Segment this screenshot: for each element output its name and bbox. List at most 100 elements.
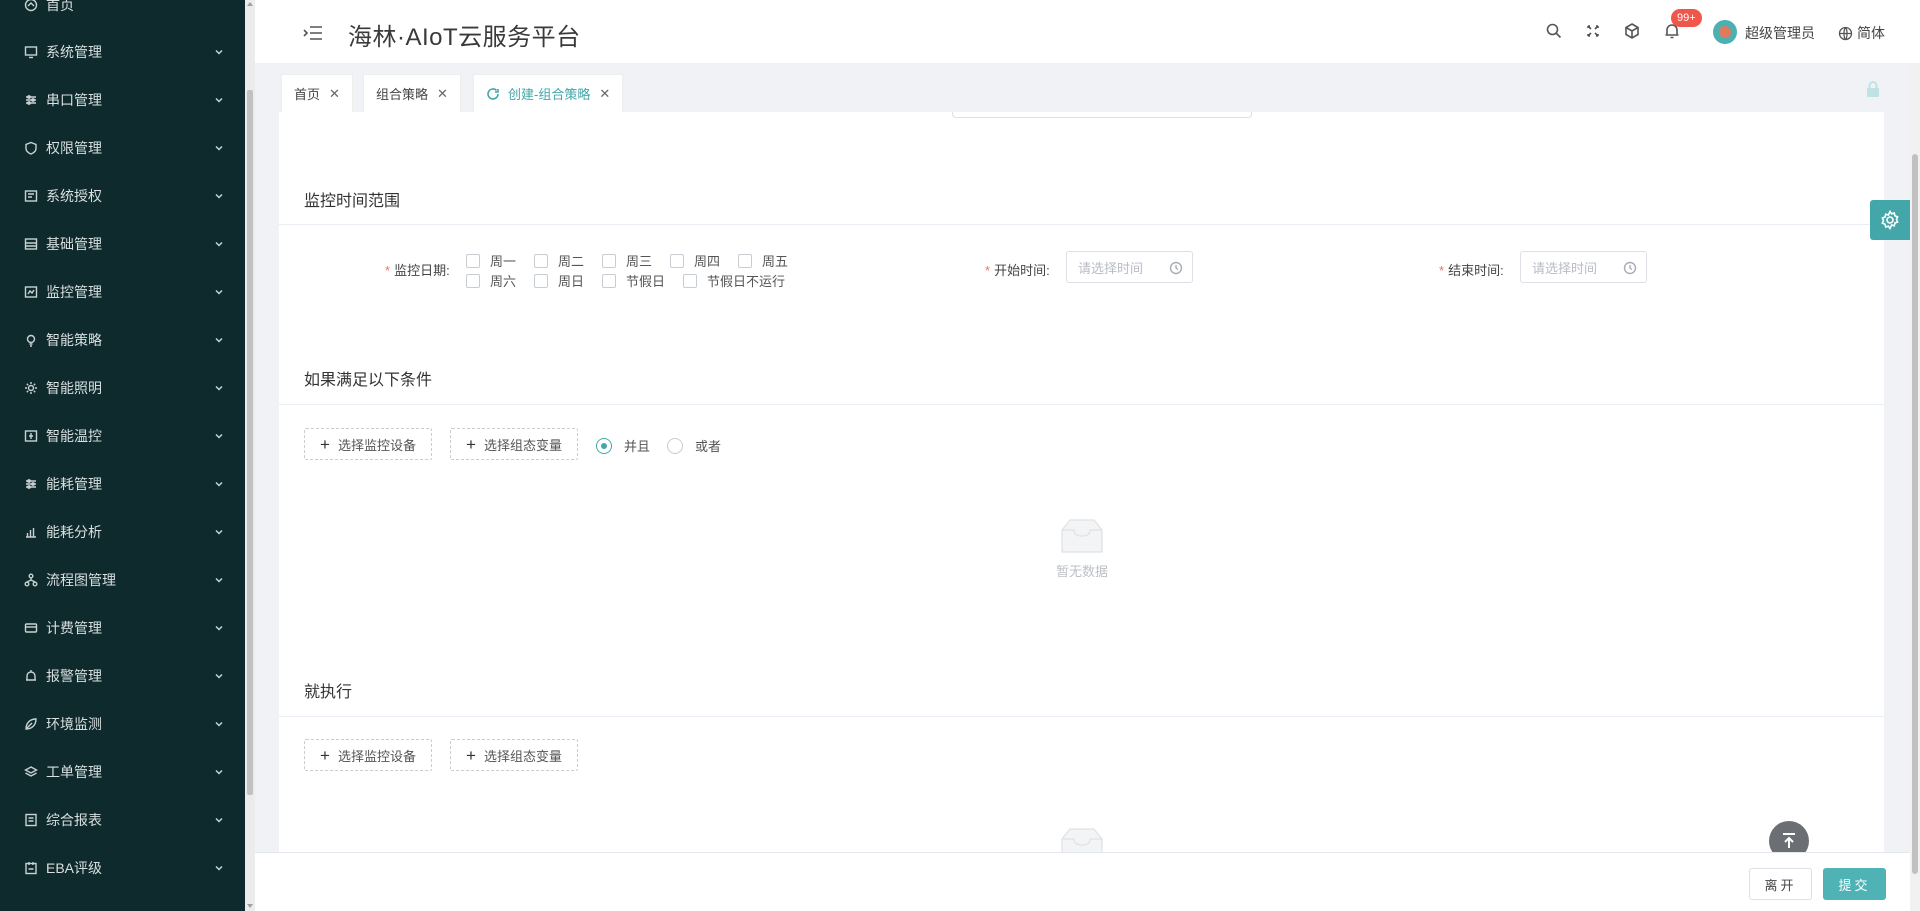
lock-icon[interactable] (1865, 80, 1881, 98)
sidebar-item-label: 权限管理 (46, 140, 102, 156)
checkbox-fri[interactable]: 周五 (738, 251, 788, 270)
select-variable-button-execute[interactable]: + 选择组态变量 (450, 739, 578, 771)
empty-state (1042, 825, 1122, 852)
plus-icon: + (466, 434, 476, 454)
sidebar-item-monitor[interactable]: 监控管理 (0, 268, 245, 316)
end-time-label: * 结束时间: (1439, 263, 1504, 278)
checkbox-sat[interactable]: 周六 (466, 271, 516, 290)
leave-button[interactable]: 离开 (1749, 868, 1812, 900)
checkbox-box[interactable] (670, 253, 684, 268)
select-device-button[interactable]: + 选择监控设备 (304, 428, 432, 460)
tab-create-combined-strategy[interactable]: 创建-组合策略 ✕ (473, 74, 624, 112)
chevron-down-icon (213, 142, 225, 154)
scrollbar-thumb[interactable] (1912, 154, 1918, 874)
sidebar-item-basic[interactable]: 基础管理 (0, 220, 245, 268)
sidebar-item-label: 智能照明 (46, 380, 102, 396)
sidebar-item-serial[interactable]: 串口管理 (0, 76, 245, 124)
scroll-up-arrow[interactable] (247, 2, 253, 6)
flow-icon (24, 573, 38, 587)
clock-icon (1169, 261, 1183, 275)
sidebar-item-billing[interactable]: 计费管理 (0, 604, 245, 652)
checkbox-box[interactable] (738, 253, 752, 268)
sidebar-item-report[interactable]: 综合报表 (0, 796, 245, 844)
settings-float-button[interactable] (1870, 200, 1910, 240)
checkbox-box[interactable] (602, 253, 616, 268)
sidebar-item-lighting[interactable]: 智能照明 (0, 364, 245, 412)
sidebar: 首页 系统管理 串口管理 权限管理 系统授权 基础管理 监控管理 智能策略 智能… (0, 0, 245, 911)
checkbox-mon[interactable]: 周一 (466, 251, 516, 270)
globe-icon (1838, 26, 1853, 40)
close-icon[interactable]: ✕ (599, 86, 610, 102)
sun-icon (24, 381, 38, 395)
sidebar-item-label: 环境监测 (46, 716, 102, 732)
close-icon[interactable]: ✕ (437, 86, 448, 102)
main-scrollbar[interactable] (1910, 64, 1920, 911)
sidebar-item-workorder[interactable]: 工单管理 (0, 748, 245, 796)
rating-icon (24, 861, 38, 875)
close-icon[interactable]: ✕ (329, 86, 340, 102)
language-label: 简体 (1857, 25, 1885, 41)
checkbox-thu[interactable]: 周四 (670, 251, 720, 270)
layers-icon (24, 765, 38, 779)
radio-dot[interactable] (596, 437, 612, 454)
sidebar-item-temperature[interactable]: 智能温控 (0, 412, 245, 460)
sidebar-item-energy[interactable]: 能耗管理 (0, 460, 245, 508)
checkbox-wed[interactable]: 周三 (602, 251, 652, 270)
sidebar-item-license[interactable]: 系统授权 (0, 172, 245, 220)
tabs-bar: 首页 ✕ 组合策略 ✕ 创建-组合策略 ✕ (255, 64, 1920, 112)
radio-or[interactable]: 或者 (667, 436, 721, 455)
select-device-button-execute[interactable]: + 选择监控设备 (304, 739, 432, 771)
menu-collapse-icon[interactable] (303, 24, 323, 42)
sidebar-scrollbar[interactable] (245, 0, 255, 911)
sidebar-item-strategy[interactable]: 智能策略 (0, 316, 245, 364)
start-time-input[interactable]: 请选择时间 (1066, 251, 1193, 283)
checkbox-box[interactable] (466, 253, 480, 268)
chevron-down-icon (213, 382, 225, 394)
chevron-down-icon (213, 94, 225, 106)
chevron-down-icon (213, 286, 225, 298)
radio-and[interactable]: 并且 (596, 436, 650, 455)
checkbox-sun[interactable]: 周日 (534, 271, 584, 290)
sidebar-item-label: 报警管理 (46, 668, 102, 684)
sidebar-item-system[interactable]: 系统管理 (0, 28, 245, 76)
checkbox-box[interactable] (602, 273, 616, 288)
scrollbar-thumb[interactable] (247, 90, 253, 795)
sidebar-item-label: 计费管理 (46, 620, 102, 636)
checkbox-box[interactable] (683, 273, 697, 288)
sidebar-item-flowchart[interactable]: 流程图管理 (0, 556, 245, 604)
sidebar-item-home[interactable]: 首页 (0, 0, 245, 29)
radio-dot[interactable] (667, 437, 683, 454)
cube-icon[interactable] (1623, 22, 1641, 40)
sidebar-item-alarm[interactable]: 报警管理 (0, 652, 245, 700)
tab-combined-strategy[interactable]: 组合策略 ✕ (363, 74, 461, 112)
sidebar-item-energy-analysis[interactable]: 能耗分析 (0, 508, 245, 556)
avatar[interactable] (1713, 20, 1737, 44)
sidebar-item-label: 系统授权 (46, 188, 102, 204)
sliders-icon (24, 477, 38, 491)
app-title: 海林·AIoT云服务平台 (348, 24, 581, 51)
tab-home[interactable]: 首页 ✕ (281, 74, 353, 112)
select-variable-button[interactable]: + 选择组态变量 (450, 428, 578, 460)
monitor-date-label: * 监控日期: (385, 263, 450, 278)
sidebar-item-label: 首页 (46, 0, 74, 13)
checkbox-holiday[interactable]: 节假日 (602, 271, 665, 290)
chevron-down-icon (213, 526, 225, 538)
checkbox-tue[interactable]: 周二 (534, 251, 584, 270)
scroll-down-arrow[interactable] (247, 904, 253, 908)
end-time-input[interactable]: 请选择时间 (1520, 251, 1647, 283)
language-switch[interactable]: 简体 (1838, 23, 1885, 43)
checkbox-holiday-off[interactable]: 节假日不运行 (683, 271, 785, 290)
checkbox-box[interactable] (534, 273, 548, 288)
empty-state: 暂无数据 (1042, 516, 1122, 580)
user-name[interactable]: 超级管理员 (1745, 23, 1815, 43)
sidebar-item-eba[interactable]: EBA评级 (0, 844, 245, 892)
sidebar-item-permission[interactable]: 权限管理 (0, 124, 245, 172)
fullscreen-icon[interactable] (1584, 22, 1602, 40)
checkbox-box[interactable] (534, 253, 548, 268)
submit-button[interactable]: 提交 (1823, 868, 1886, 900)
textarea-bottom-edge[interactable] (952, 112, 1252, 118)
search-icon[interactable] (1545, 22, 1563, 40)
checkbox-box[interactable] (466, 273, 480, 288)
sidebar-item-environment[interactable]: 环境监测 (0, 700, 245, 748)
tab-label: 创建-组合策略 (508, 87, 591, 102)
